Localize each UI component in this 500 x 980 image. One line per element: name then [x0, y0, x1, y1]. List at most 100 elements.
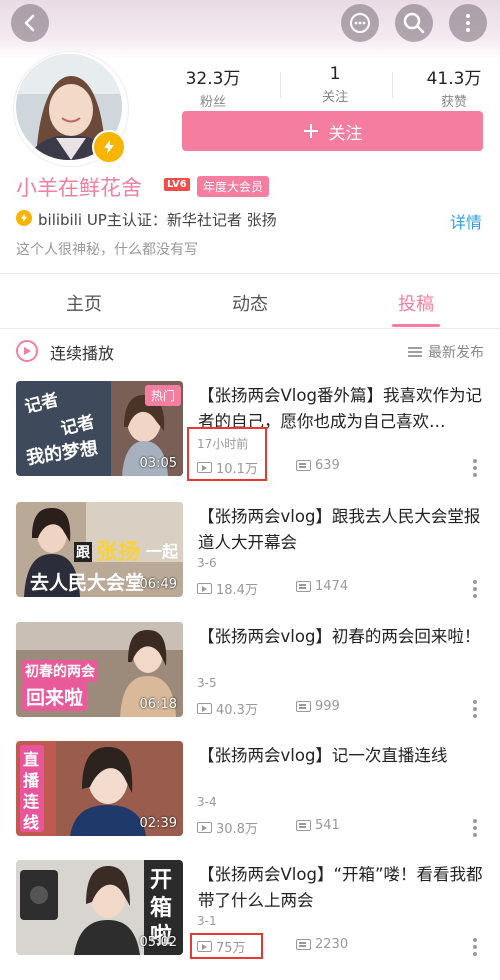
video-date: 3-1	[197, 914, 217, 928]
video-date: 3-6	[197, 556, 217, 570]
lightning-icon	[104, 140, 114, 154]
comment-count-icon	[296, 460, 311, 471]
more-options-icon[interactable]	[470, 819, 480, 837]
stat-fans-label: 粉丝	[199, 95, 226, 110]
sort-label: 最新发布	[428, 345, 484, 361]
bio-text: 这个人很神秘，什么都没有写	[16, 242, 198, 258]
video-duration: 02:39	[139, 816, 177, 831]
follow-label: 关注	[328, 123, 363, 144]
comment-count: 2230	[315, 937, 349, 952]
up-verified-badge	[92, 130, 126, 164]
follow-button[interactable]: 关注	[182, 111, 483, 151]
plus-icon	[303, 124, 318, 138]
video-item[interactable]: 初春的两会 回来啦 06:18 【张扬两会vlog】初春的两会回来啦！ 3-5 …	[0, 622, 500, 742]
video-thumbnail[interactable]: 跟 张扬 一起 去人民大会堂 06:49	[16, 502, 183, 597]
video-comments: 999	[296, 699, 340, 714]
video-title[interactable]: 【张扬两会Vlog】“开箱”喽！看看我都带了什么上两会	[198, 862, 488, 914]
comment-count: 1474	[315, 579, 349, 594]
stat-following-label: 关注	[321, 90, 348, 105]
comment-count: 639	[315, 458, 340, 473]
stat-divider	[280, 72, 281, 98]
thumbnail-caption: 回来啦	[22, 682, 88, 711]
tab-active-indicator	[392, 324, 440, 327]
video-item[interactable]: 开 箱 啦 05:02 【张扬两会Vlog】“开箱”喽！看看我都带了什么上两会 …	[0, 860, 500, 980]
video-plays: 30.8万	[197, 818, 258, 837]
video-item[interactable]: 跟 张扬 一起 去人民大会堂 06:49 【张扬两会vlog】跟我去人民大会堂报…	[0, 502, 500, 622]
video-plays: 18.4万	[197, 579, 258, 598]
highlight-box	[190, 933, 263, 959]
stat-following[interactable]: 1 关注	[285, 64, 385, 105]
message-icon	[350, 13, 370, 33]
search-button[interactable]	[395, 4, 433, 42]
continuous-play-button[interactable]: 连续播放	[50, 340, 114, 364]
sort-button[interactable]: 最新发布	[408, 342, 484, 362]
video-item[interactable]: 记者 记者 我的梦想 热门 03:05 【张扬两会Vlog番外篇】我喜欢作为记者…	[0, 381, 500, 501]
hot-badge: 热门	[144, 385, 181, 406]
divider	[0, 328, 500, 329]
stat-likes-label: 获赞	[440, 95, 467, 110]
play-count-icon	[197, 822, 212, 833]
more-options-icon[interactable]	[470, 459, 480, 477]
back-button[interactable]	[11, 4, 49, 42]
comment-count: 541	[315, 818, 340, 833]
continuous-play-icon[interactable]	[16, 340, 38, 362]
video-comments: 1474	[296, 579, 348, 594]
back-arrow-icon	[24, 14, 35, 32]
video-comments: 639	[296, 458, 340, 473]
user-name: 小羊在鲜花舍	[16, 176, 142, 200]
tab-uploads[interactable]: 投稿	[366, 290, 466, 316]
thumbnail-caption: 初春的两会	[22, 660, 98, 682]
more-options-icon[interactable]	[470, 580, 480, 598]
message-button[interactable]	[341, 4, 379, 42]
comment-count-icon	[296, 939, 311, 950]
play-count: 30.8万	[216, 822, 258, 837]
video-date: 3-4	[197, 795, 217, 809]
video-thumbnail[interactable]: 直 播 连 线 02:39	[16, 741, 183, 836]
play-count: 40.3万	[216, 703, 258, 718]
comment-count-icon	[296, 820, 311, 831]
vip-badge[interactable]: 年度大会员	[197, 176, 270, 197]
comment-count-icon	[296, 581, 311, 592]
thumbnail-caption: 线	[23, 813, 40, 832]
video-date: 3-5	[197, 676, 217, 690]
thumbnail-caption: 跟	[74, 542, 92, 562]
level-badge: LV6	[164, 178, 190, 191]
video-item[interactable]: 直 播 连 线 02:39 【张扬两会vlog】记一次直播连线 3-4 30.8…	[0, 741, 500, 861]
more-vertical-icon	[466, 14, 470, 32]
video-duration: 03:05	[139, 456, 177, 471]
video-duration: 06:49	[139, 577, 177, 592]
video-comments: 2230	[296, 937, 348, 952]
video-duration: 06:18	[139, 697, 177, 712]
stat-following-value: 1	[329, 64, 341, 84]
certification-icon	[16, 210, 32, 226]
play-count-icon	[197, 703, 212, 714]
more-options-icon[interactable]	[470, 938, 480, 956]
tab-dynamics[interactable]: 动态	[200, 290, 300, 316]
play-count: 18.4万	[216, 583, 258, 598]
video-title[interactable]: 【张扬两会vlog】记一次直播连线	[198, 743, 488, 769]
video-plays: 40.3万	[197, 699, 258, 718]
divider	[0, 273, 500, 274]
video-thumbnail[interactable]: 记者 记者 我的梦想 热门 03:05	[16, 381, 183, 476]
comment-count: 999	[315, 699, 340, 714]
stat-likes[interactable]: 41.3万 获赞	[404, 64, 500, 110]
certification-text: bilibili UP主认证：新华社记者 张扬	[38, 211, 277, 229]
list-icon	[408, 347, 422, 357]
play-count-icon	[197, 583, 212, 594]
stat-fans[interactable]: 32.3万 粉丝	[163, 64, 263, 110]
more-button[interactable]	[449, 4, 487, 42]
stat-fans-value: 32.3万	[185, 69, 241, 89]
more-options-icon[interactable]	[470, 700, 480, 718]
stat-likes-value: 41.3万	[426, 69, 482, 89]
tab-home[interactable]: 主页	[34, 290, 134, 316]
comment-count-icon	[296, 701, 311, 712]
thumbnail-caption: 去人民大会堂	[30, 572, 145, 594]
video-thumbnail[interactable]: 初春的两会 回来啦 06:18	[16, 622, 183, 717]
video-thumbnail[interactable]: 开 箱 啦 05:02	[16, 860, 183, 955]
video-title[interactable]: 【张扬两会vlog】初春的两会回来啦！	[198, 624, 488, 650]
video-comments: 541	[296, 818, 340, 833]
thumbnail-caption: 一起	[146, 542, 179, 561]
stat-divider	[392, 72, 393, 98]
detail-link[interactable]: 详情	[450, 209, 482, 233]
video-title[interactable]: 【张扬两会vlog】跟我去人民大会堂报道人大开幕会	[198, 504, 488, 556]
